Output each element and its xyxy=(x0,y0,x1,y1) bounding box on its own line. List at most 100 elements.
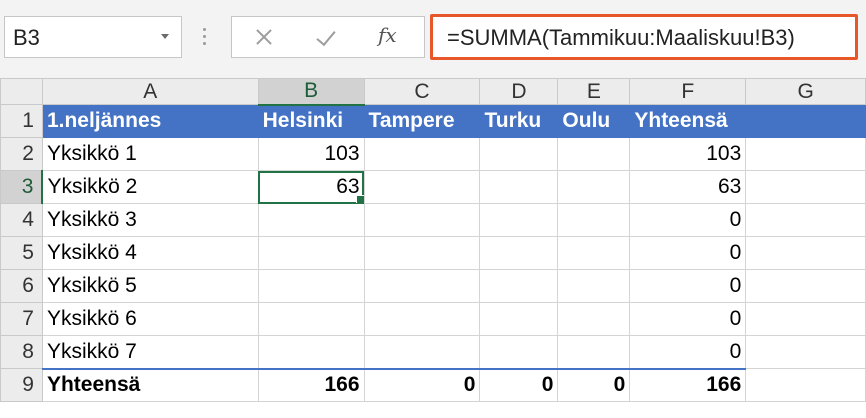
cell-d8[interactable] xyxy=(479,335,559,369)
cell-g5[interactable] xyxy=(745,236,866,270)
table-row: 5 Yksikkö 4 0 xyxy=(0,236,866,270)
check-icon[interactable] xyxy=(294,17,352,57)
column-header-b[interactable]: B xyxy=(257,78,365,106)
cell-e6[interactable] xyxy=(557,269,631,303)
cell-b3-selected[interactable]: 63 xyxy=(257,170,365,204)
cell-a3[interactable]: Yksikkö 2 xyxy=(41,170,259,204)
cell-f2[interactable]: 103 xyxy=(629,137,747,171)
cell-c8[interactable] xyxy=(363,335,481,369)
cell-a9[interactable]: Yhteensä xyxy=(41,367,259,402)
cell-e8[interactable] xyxy=(557,335,631,369)
cell-g7[interactable] xyxy=(745,302,866,336)
column-header-a[interactable]: A xyxy=(41,78,259,105)
cell-a5[interactable]: Yksikkö 4 xyxy=(41,236,259,270)
table-row: 2 Yksikkö 1 103 103 xyxy=(0,137,866,171)
cell-d1[interactable]: Turku xyxy=(479,104,559,138)
cell-f8[interactable]: 0 xyxy=(629,335,747,369)
cell-g6[interactable] xyxy=(745,269,866,303)
cell-d2[interactable] xyxy=(479,137,559,171)
row-header[interactable]: 6 xyxy=(0,269,43,303)
cell-e4[interactable] xyxy=(557,203,631,237)
cell-b8[interactable] xyxy=(257,335,365,369)
cell-a2[interactable]: Yksikkö 1 xyxy=(41,137,259,171)
column-header-c[interactable]: C xyxy=(363,78,481,105)
cell-g1[interactable] xyxy=(745,104,866,138)
cell-d5[interactable] xyxy=(479,236,559,270)
row-header[interactable]: 2 xyxy=(0,137,43,171)
cell-b1[interactable]: Helsinki xyxy=(257,104,365,138)
table-row: 6 Yksikkö 5 0 xyxy=(0,269,866,303)
spreadsheet-grid: A B C D E F G 1 1.neljännes Helsinki Tam… xyxy=(0,78,866,402)
cell-a8[interactable]: Yksikkö 7 xyxy=(41,335,259,369)
select-all-corner[interactable] xyxy=(0,78,43,105)
cell-b6[interactable] xyxy=(257,269,365,303)
cell-b4[interactable] xyxy=(257,203,365,237)
chevron-down-icon[interactable] xyxy=(161,34,169,39)
cell-c7[interactable] xyxy=(363,302,481,336)
cell-f6[interactable]: 0 xyxy=(629,269,747,303)
resize-grip-icon[interactable] xyxy=(203,26,207,48)
cell-g2[interactable] xyxy=(745,137,866,171)
cell-c9[interactable]: 0 xyxy=(363,367,481,402)
formula-input[interactable]: =SUMMA(Tammikuu:Maaliskuu!B3) xyxy=(430,14,858,60)
column-header-d[interactable]: D xyxy=(479,78,559,105)
cell-c3[interactable] xyxy=(363,170,481,204)
cell-c1[interactable]: Tampere xyxy=(363,104,481,138)
cell-b5[interactable] xyxy=(257,236,365,270)
column-header-row: A B C D E F G xyxy=(0,78,866,106)
cell-d9[interactable]: 0 xyxy=(479,367,559,402)
row-header[interactable]: 5 xyxy=(0,236,43,270)
cell-c6[interactable] xyxy=(363,269,481,303)
row-header[interactable]: 9 xyxy=(0,368,43,402)
column-header-f[interactable]: F xyxy=(629,78,747,105)
formula-bar-area: B3 fx =SUMMA(Tammikuu:Maaliskuu!B3) xyxy=(0,0,866,78)
cell-d6[interactable] xyxy=(479,269,559,303)
cell-c5[interactable] xyxy=(363,236,481,270)
cell-f4[interactable]: 0 xyxy=(629,203,747,237)
cell-f7[interactable]: 0 xyxy=(629,302,747,336)
cell-g9[interactable] xyxy=(745,368,866,402)
cell-d4[interactable] xyxy=(479,203,559,237)
insert-function-icon[interactable]: fx xyxy=(378,23,397,47)
table-row: 7 Yksikkö 6 0 xyxy=(0,302,866,336)
name-box[interactable]: B3 xyxy=(4,16,182,58)
row-header[interactable]: 4 xyxy=(0,203,43,237)
formula-buttons: fx xyxy=(231,16,425,58)
cell-b2[interactable]: 103 xyxy=(257,137,365,171)
row-header[interactable]: 8 xyxy=(0,335,43,369)
table-row: 1 1.neljännes Helsinki Tampere Turku Oul… xyxy=(0,104,866,138)
cell-e5[interactable] xyxy=(557,236,631,270)
cell-c2[interactable] xyxy=(363,137,481,171)
cell-d3[interactable] xyxy=(479,170,559,204)
cell-e9[interactable]: 0 xyxy=(557,367,631,402)
row-header[interactable]: 3 xyxy=(0,170,44,204)
cancel-icon[interactable] xyxy=(232,17,290,57)
table-row: 9 Yhteensä 166 0 0 0 166 xyxy=(0,367,866,402)
table-row: 3 Yksikkö 2 63 63 xyxy=(0,170,866,204)
cell-g4[interactable] xyxy=(745,203,866,237)
cell-f9[interactable]: 166 xyxy=(629,367,747,402)
column-header-g[interactable]: G xyxy=(745,78,866,105)
cell-e2[interactable] xyxy=(557,137,631,171)
cell-e1[interactable]: Oulu xyxy=(557,104,631,138)
cell-f1[interactable]: Yhteensä xyxy=(629,104,747,138)
cell-c4[interactable] xyxy=(363,203,481,237)
fill-handle[interactable] xyxy=(355,195,364,203)
cell-b7[interactable] xyxy=(257,302,365,336)
table-row: 4 Yksikkö 3 0 xyxy=(0,203,866,237)
cell-a7[interactable]: Yksikkö 6 xyxy=(41,302,259,336)
cell-a4[interactable]: Yksikkö 3 xyxy=(41,203,259,237)
cell-g8[interactable] xyxy=(745,335,866,369)
cell-g3[interactable] xyxy=(745,170,866,204)
cell-b9[interactable]: 166 xyxy=(257,367,365,402)
cell-a1[interactable]: 1.neljännes xyxy=(41,104,259,138)
cell-a6[interactable]: Yksikkö 5 xyxy=(41,269,259,303)
cell-e7[interactable] xyxy=(557,302,631,336)
row-header[interactable]: 1 xyxy=(0,104,43,138)
row-header[interactable]: 7 xyxy=(0,302,43,336)
cell-f3[interactable]: 63 xyxy=(629,170,747,204)
cell-e3[interactable] xyxy=(557,170,631,204)
column-header-e[interactable]: E xyxy=(557,78,631,105)
cell-d7[interactable] xyxy=(479,302,559,336)
cell-f5[interactable]: 0 xyxy=(629,236,747,270)
